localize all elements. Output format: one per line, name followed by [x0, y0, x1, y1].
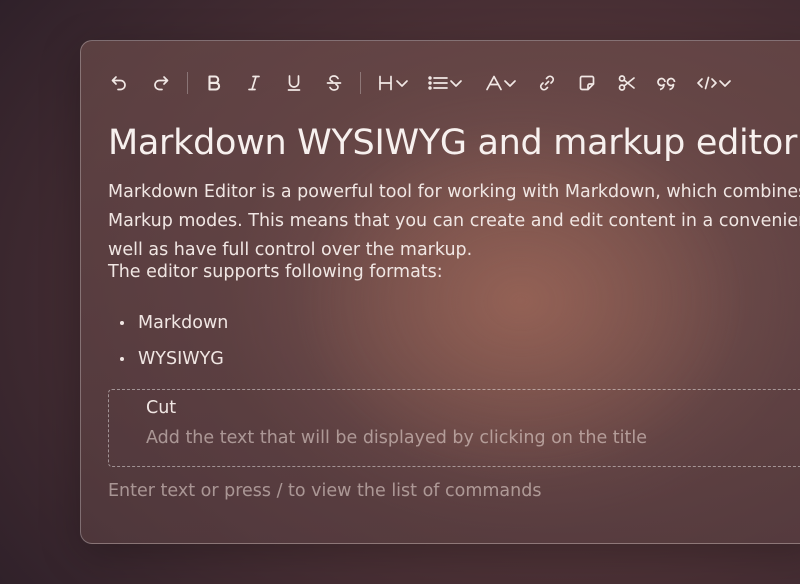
list-item[interactable]: WYSIWYG: [108, 341, 228, 377]
bullet-dot: [120, 321, 124, 325]
code-dropdown-button[interactable]: [693, 69, 735, 97]
list-item-label: Markdown: [138, 313, 229, 333]
cut-title[interactable]: Cut: [146, 398, 176, 418]
quote-button[interactable]: [653, 69, 681, 97]
undo-icon: [109, 73, 129, 93]
link-button[interactable]: [533, 69, 561, 97]
cut-content-placeholder[interactable]: Add the text that will be displayed by c…: [146, 428, 647, 448]
redo-button[interactable]: [147, 69, 175, 97]
document-title[interactable]: Markdown WYSIWYG and markup editor: [108, 123, 797, 163]
intro-line: Markdown Editor is a powerful tool for w…: [108, 182, 800, 202]
cut-button[interactable]: [613, 69, 641, 97]
underline-button[interactable]: [280, 69, 308, 97]
italic-button[interactable]: [240, 69, 268, 97]
strikethrough-button[interactable]: [320, 69, 348, 97]
bold-button[interactable]: [200, 69, 228, 97]
list-item-label: WYSIWYG: [138, 349, 224, 369]
chevron-down-icon: [718, 73, 732, 93]
intro-line: Markup modes. This means that you can cr…: [108, 211, 800, 231]
text-color-icon: [485, 73, 503, 93]
scissors-icon: [617, 73, 637, 93]
chevron-down-icon: [503, 73, 517, 93]
intro-line: well as have full control over the marku…: [108, 240, 473, 260]
note-button[interactable]: [573, 69, 601, 97]
redo-icon: [151, 73, 171, 93]
underline-icon: [284, 73, 304, 93]
formats-list: Markdown WYSIWYG: [108, 305, 228, 377]
toolbar-separator: [360, 72, 361, 94]
chevron-down-icon: [449, 73, 463, 93]
heading-dropdown-button[interactable]: [373, 69, 413, 97]
strikethrough-icon: [324, 73, 344, 93]
intro-paragraph[interactable]: Markdown Editor is a powerful tool for w…: [108, 178, 800, 265]
markdown-editor[interactable]: Markdown WYSIWYG and markup editor Markd…: [80, 40, 800, 544]
editor-toolbar: [105, 69, 735, 97]
heading-icon: [377, 73, 395, 93]
formats-intro[interactable]: The editor supports following formats:: [108, 262, 443, 282]
editor-placeholder[interactable]: Enter text or press / to view the list o…: [108, 481, 541, 501]
code-icon: [696, 73, 718, 93]
text-color-dropdown-button[interactable]: [481, 69, 521, 97]
undo-button[interactable]: [105, 69, 133, 97]
quote-icon: [656, 73, 678, 93]
note-icon: [577, 73, 597, 93]
bullet-list-icon: [427, 73, 449, 93]
cut-block[interactable]: Cut Add the text that will be displayed …: [108, 389, 800, 467]
list-item[interactable]: Markdown: [108, 305, 228, 341]
bullet-dot: [120, 357, 124, 361]
list-dropdown-button[interactable]: [425, 69, 465, 97]
chevron-down-icon: [395, 73, 409, 93]
bold-icon: [204, 73, 224, 93]
link-icon: [537, 73, 557, 93]
italic-icon: [244, 73, 264, 93]
toolbar-separator: [187, 72, 188, 94]
